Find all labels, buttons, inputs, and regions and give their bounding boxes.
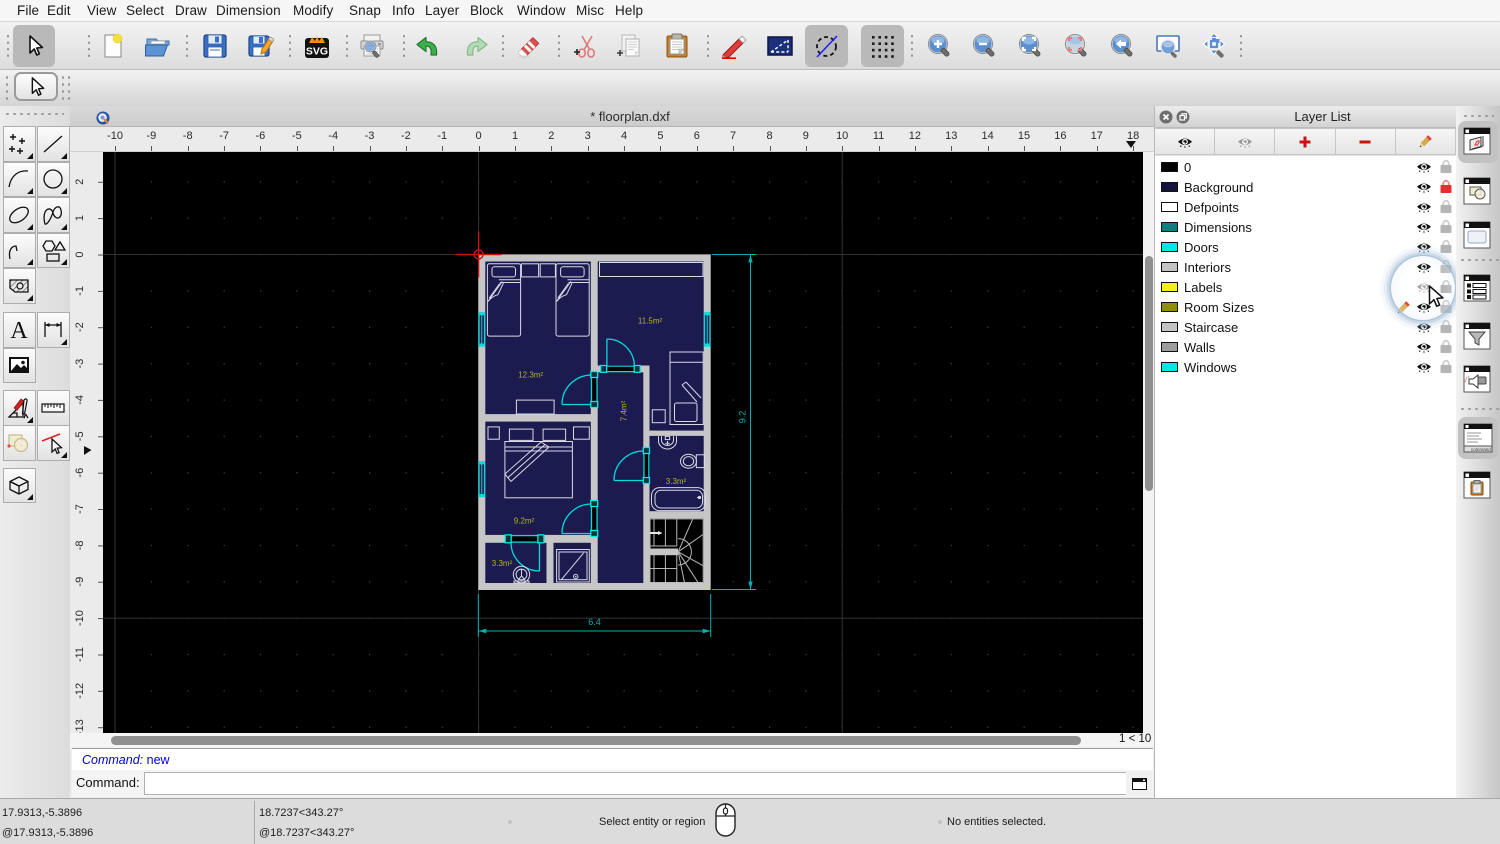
svg-text:-10: -10 <box>74 610 86 626</box>
svg-text:-8: -8 <box>74 541 86 551</box>
svg-text:2: 2 <box>74 179 86 185</box>
svg-text:command: command <box>1471 447 1491 452</box>
svg-text:1: 1 <box>74 215 86 221</box>
svg-text:-7: -7 <box>74 504 86 514</box>
svg-text:-1: -1 <box>74 286 86 296</box>
svg-text:6.4: 6.4 <box>588 617 601 627</box>
svg-text:-12: -12 <box>74 683 86 699</box>
svg-text:SVG: SVG <box>306 46 328 58</box>
svg-text:-9: -9 <box>74 577 86 587</box>
svg-text:-6: -6 <box>74 468 86 478</box>
svg-text:-13: -13 <box>74 719 86 733</box>
svg-text:9.2: 9.2 <box>738 411 748 424</box>
svg-text:-5: -5 <box>74 431 86 441</box>
svg-text:12.3m²: 12.3m² <box>518 371 543 380</box>
svg-text:-11: -11 <box>74 647 86 662</box>
svg-text:-4: -4 <box>74 395 86 405</box>
svg-text:9.2m²: 9.2m² <box>514 517 535 526</box>
svg-text:-2: -2 <box>74 322 86 332</box>
svg-text:3.3m²: 3.3m² <box>492 559 513 568</box>
svg-text:-3: -3 <box>74 359 86 369</box>
svg-text:3.3m²: 3.3m² <box>666 477 687 486</box>
svg-text:7.4m²: 7.4m² <box>620 400 629 421</box>
svg-text:0: 0 <box>74 251 86 257</box>
svg-text:11.5m²: 11.5m² <box>638 317 663 326</box>
svg-text:A: A <box>11 318 29 342</box>
